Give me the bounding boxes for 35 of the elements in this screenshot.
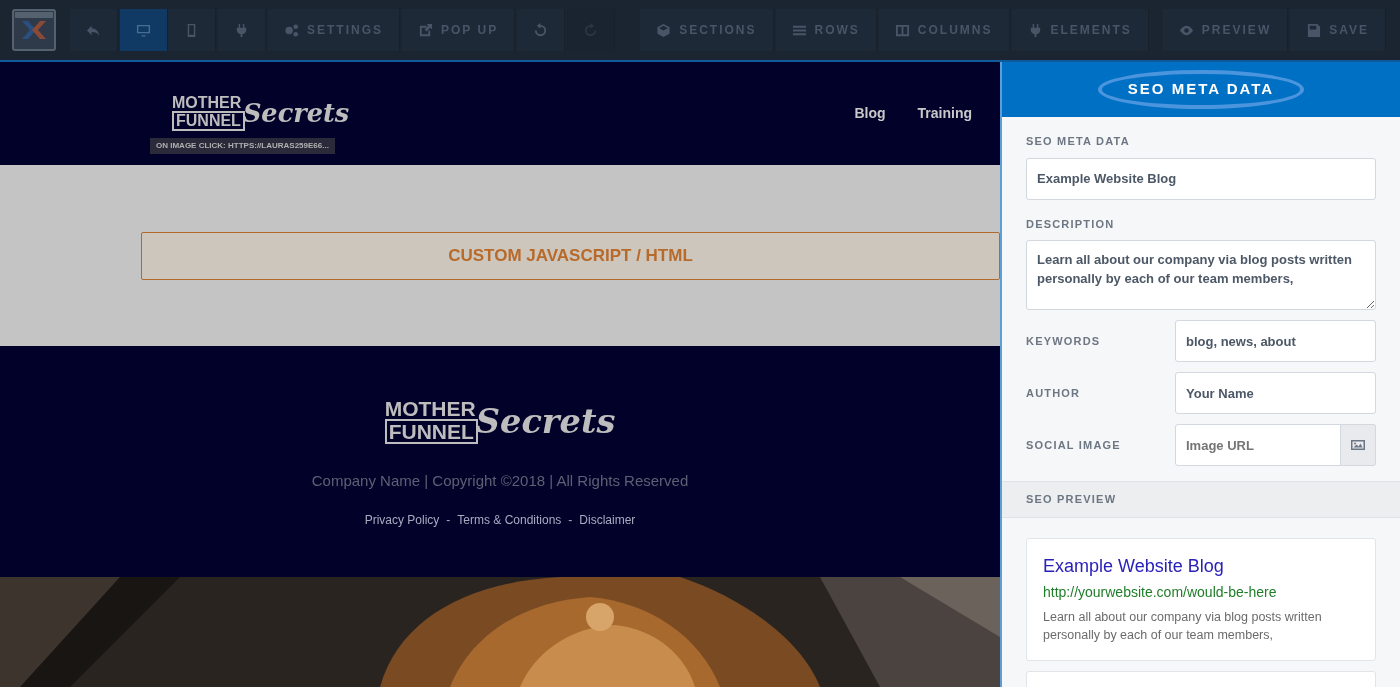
image-url-field[interactable]: Image URL [1175, 424, 1341, 466]
footer-link[interactable]: Terms & Conditions [457, 510, 562, 529]
external-link-icon [418, 22, 433, 38]
toolbar-icon-button[interactable] [120, 9, 168, 51]
section-heading: SEO PREVIEW [1026, 492, 1118, 507]
app-logo-icon [12, 9, 56, 51]
image-icon [1349, 437, 1366, 453]
field-label: SOCIAL IMAGE [1026, 437, 1122, 453]
preview-url: http://yourwebsite.com/would-be-here [1043, 582, 1278, 602]
image-picker-button[interactable] [1340, 424, 1376, 466]
plug-icon [234, 22, 249, 38]
copyright-text: Company Name | Copyright ©2018 | All Rights Reserved [311, 471, 689, 492]
preview-title: Example Website Blog [1043, 554, 1225, 578]
link-separator: - [446, 511, 451, 529]
rotate-icon [533, 22, 549, 38]
nav-link[interactable]: Blog [854, 103, 886, 124]
textarea-field[interactable]: Learn all about our company via blog posts written personally by each of our team members, [1026, 240, 1376, 310]
field-label: DESCRIPTION [1026, 216, 1116, 232]
monitor-icon [136, 22, 151, 38]
field-label: AUTHOR [1026, 385, 1082, 401]
columns-icon [894, 22, 910, 38]
preview-description: Learn all about our company via blog posts written personally by each of our team members, [1043, 608, 1323, 644]
text-field[interactable]: Your Name [1175, 372, 1376, 414]
text-field[interactable]: blog, news, about [1175, 320, 1376, 362]
text-field[interactable]: Example Website Blog [1026, 157, 1376, 200]
image-link-tooltip: ON IMAGE CLICK: HTTPS://LAURAS259E66... [150, 138, 335, 155]
save-icon [1306, 22, 1322, 38]
field-label: SEO META DATA [1026, 134, 1131, 149]
footer-link[interactable]: Privacy Policy [364, 510, 440, 529]
nav-link[interactable]: Training [917, 103, 972, 124]
panel-title: SEO META DATA [1097, 70, 1305, 109]
field-label: KEYWORDS [1026, 333, 1102, 349]
link-separator: - [568, 511, 573, 529]
cube-icon [656, 22, 672, 38]
footer-link[interactable]: Disclaimer [579, 510, 636, 529]
